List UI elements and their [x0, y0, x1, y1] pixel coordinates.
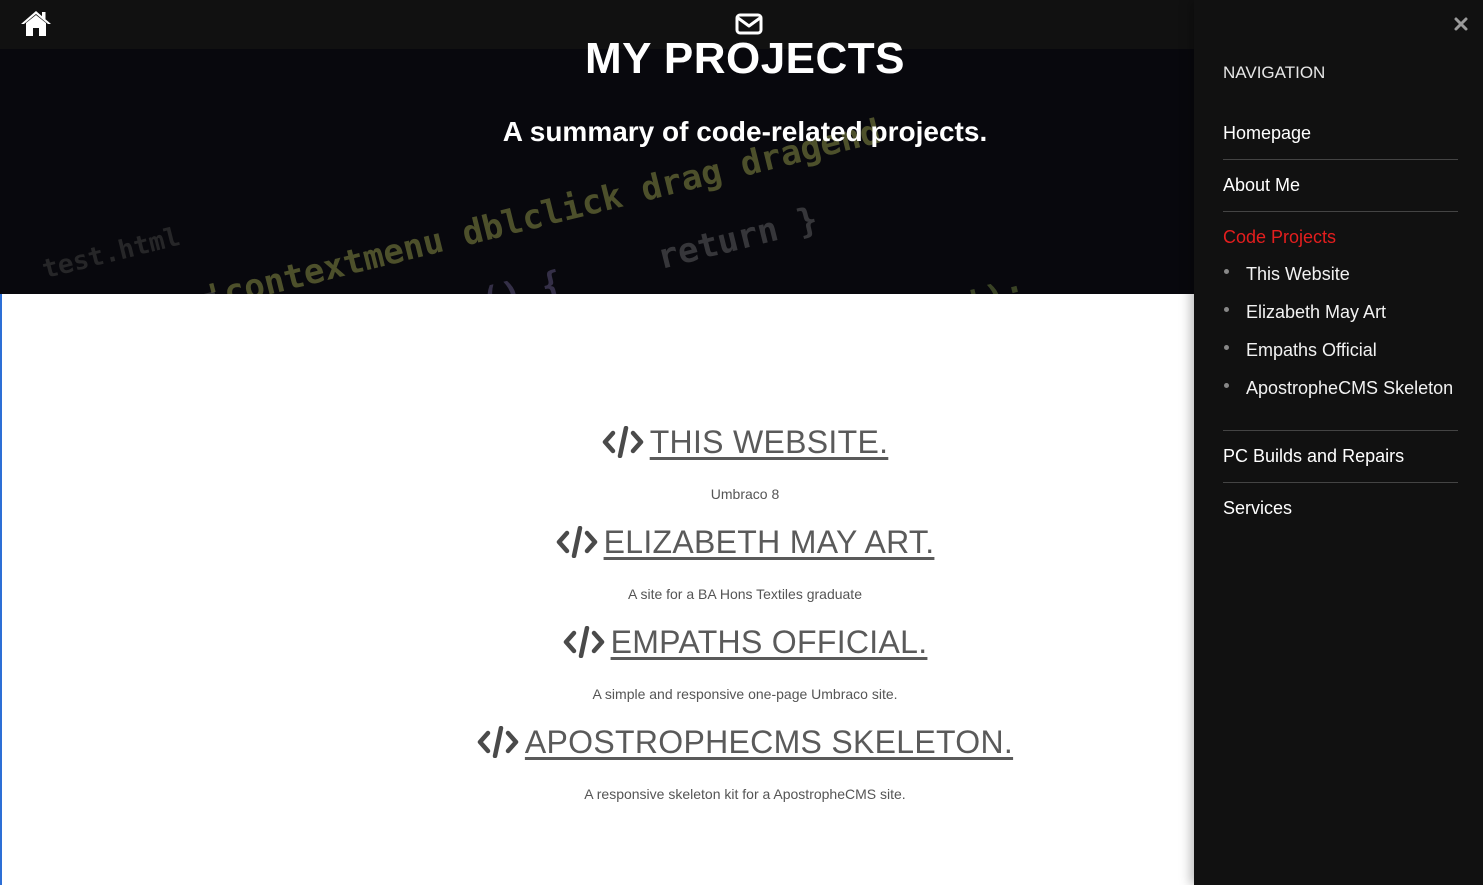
nav-sidebar: NAVIGATION Homepage About Me Code Projec…	[1194, 0, 1483, 885]
nav-heading: NAVIGATION	[1223, 63, 1326, 82]
nav-subitem: Empaths Official	[1223, 336, 1458, 365]
project-title: ELIZABETH MAY ART.	[603, 524, 935, 560]
nav-sublink-elizabeth-may-art[interactable]: Elizabeth May Art	[1246, 298, 1386, 327]
bullet-icon	[1224, 269, 1229, 274]
main-content: THIS WEBSITE. Umbraco 8 ELIZABETH MAY AR…	[0, 294, 1194, 885]
nav-subitem: This Website	[1223, 260, 1458, 289]
project-title: THIS WEBSITE.	[649, 424, 889, 460]
code-icon	[556, 526, 597, 558]
hero-banner: test.html 'contextmenu dblclick drag dra…	[0, 49, 1194, 294]
project-link-elizabeth-may-art[interactable]: ELIZABETH MAY ART.	[556, 520, 935, 564]
project-title: EMPATHS OFFICIAL.	[610, 624, 928, 660]
bullet-icon	[1224, 383, 1229, 388]
nav-link-services[interactable]: Services	[1223, 497, 1292, 519]
nav-link-code-projects[interactable]: Code Projects	[1223, 226, 1336, 248]
page: test.html 'contextmenu dblclick drag dra…	[0, 0, 1483, 885]
project-link-empaths-official[interactable]: EMPATHS OFFICIAL.	[563, 620, 928, 664]
project-link-apostrophecms-skeleton[interactable]: APOSTROPHECMS SKELETON.	[477, 720, 1013, 764]
nav-link-homepage[interactable]: Homepage	[1223, 122, 1311, 144]
project-title: APOSTROPHECMS SKELETON.	[524, 724, 1014, 760]
close-icon[interactable]	[1452, 15, 1470, 33]
nav-menu: Homepage About Me Code Projects This Web…	[1223, 108, 1458, 534]
bullet-icon	[1224, 345, 1229, 350]
nav-sublink-apostrophecms-skeleton[interactable]: ApostropheCMS Skeleton	[1246, 374, 1453, 403]
nav-item-services: Services	[1223, 483, 1458, 534]
nav-subitem: Elizabeth May Art	[1223, 298, 1458, 327]
nav-item-about-me: About Me	[1223, 160, 1458, 212]
code-icon	[563, 626, 604, 658]
nav-subitem: ApostropheCMS Skeleton	[1223, 374, 1458, 403]
nav-item-homepage: Homepage	[1223, 108, 1458, 160]
nav-sublink-this-website[interactable]: This Website	[1246, 260, 1350, 289]
nav-link-pc-builds[interactable]: PC Builds and Repairs	[1223, 445, 1404, 467]
window-edge	[0, 294, 2, 885]
nav-submenu: This Website Elizabeth May Art Empaths O…	[1223, 260, 1458, 403]
nav-item-code-projects: Code Projects This Website Elizabeth May…	[1223, 212, 1458, 431]
bullet-icon	[1224, 307, 1229, 312]
code-icon	[602, 426, 643, 458]
code-icon	[477, 726, 519, 758]
nav-item-pc-builds: PC Builds and Repairs	[1223, 431, 1458, 483]
project-link-this-website[interactable]: THIS WEBSITE.	[602, 420, 889, 464]
nav-link-about-me[interactable]: About Me	[1223, 174, 1300, 196]
hero-overlay	[0, 49, 1194, 294]
nav-sublink-empaths-official[interactable]: Empaths Official	[1246, 336, 1377, 365]
